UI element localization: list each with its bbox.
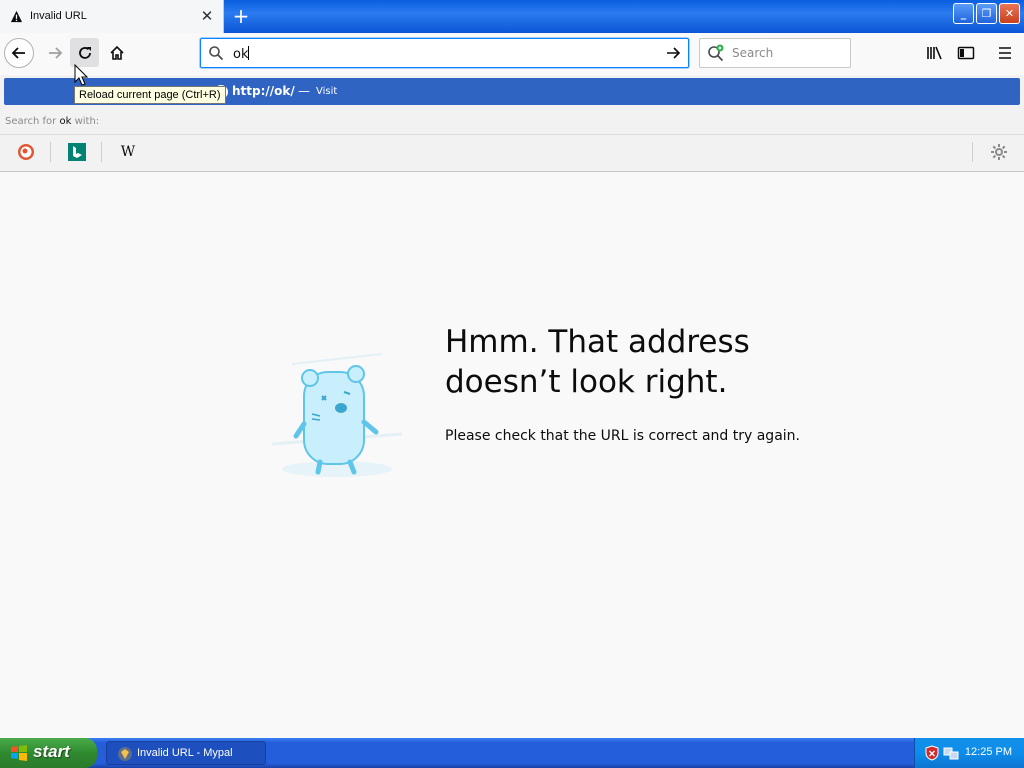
forward-button[interactable] [40,38,70,68]
one-off-search-engines: W [0,134,1024,171]
sidebar-icon[interactable] [956,43,976,63]
error-headline: Hmm. That address doesn’t look right. [445,324,750,400]
start-button[interactable]: start [0,738,97,768]
title-bar: Invalid URL ✕ + _ ❐ ✕ [0,0,1024,33]
search-placeholder: Search [732,46,774,60]
back-arrow-icon [11,47,25,59]
engine-separator [50,142,51,162]
home-button[interactable] [102,38,132,68]
search-icon [209,46,224,61]
engine-separator [101,142,102,162]
reload-icon [78,46,91,59]
url-input[interactable]: ok [233,46,250,62]
tab-invalid-url[interactable]: Invalid URL ✕ [0,0,224,33]
minimize-button[interactable]: _ [953,3,974,24]
tab-close-icon[interactable]: ✕ [198,7,216,25]
menu-icon[interactable] [995,43,1015,63]
home-icon [110,45,124,60]
search-with-label: Search for ok with: [5,116,100,127]
library-icon[interactable] [925,43,945,63]
autocomplete-url: http://ok/ [232,84,295,98]
duckduckgo-icon[interactable] [17,143,35,161]
forward-arrow-icon [49,47,63,59]
autocomplete-action: Visit [316,86,338,97]
tab-title: Invalid URL [30,10,87,22]
back-button[interactable] [4,38,34,68]
warning-icon [10,10,23,23]
taskbar: start Invalid URL - Mypal 12:25 PM [0,738,1024,768]
wikipedia-icon[interactable]: W [119,143,137,161]
taskbar-clock: 12:25 PM [964,746,1012,758]
new-tab-button[interactable]: + [230,5,252,27]
windows-logo-icon [11,745,27,761]
error-description: Please check that the URL is correct and… [445,428,800,444]
go-arrow-icon[interactable] [666,45,682,61]
search-engine-icon[interactable] [707,44,725,62]
taskbar-item-mypal[interactable]: Invalid URL - Mypal [106,741,266,765]
gear-icon[interactable] [990,143,1008,161]
confused-hamster-illustration [271,353,403,477]
error-page: Hmm. That address doesn’t look right. Pl… [0,172,1024,738]
nav-bar: ok Search [0,33,1024,75]
mouse-pointer-icon [74,64,88,86]
engine-separator [972,142,973,162]
autocomplete-dash: — [298,84,310,98]
system-tray: 12:25 PM [914,738,1024,768]
reload-button[interactable] [70,38,99,67]
url-bar[interactable]: ok [200,38,689,68]
taskbar-item-label: Invalid URL - Mypal [137,747,233,759]
search-box[interactable]: Search [699,38,851,68]
restore-button[interactable]: ❐ [976,3,997,24]
mypal-icon [118,747,132,761]
start-label: start [33,742,70,761]
network-icon[interactable] [943,745,959,761]
close-window-button[interactable]: ✕ [999,3,1020,24]
bing-icon[interactable] [68,143,86,161]
window-controls: _ ❐ ✕ [953,3,1020,24]
security-shield-icon[interactable] [925,745,939,761]
reload-tooltip: Reload current page (Ctrl+R) [74,86,226,104]
